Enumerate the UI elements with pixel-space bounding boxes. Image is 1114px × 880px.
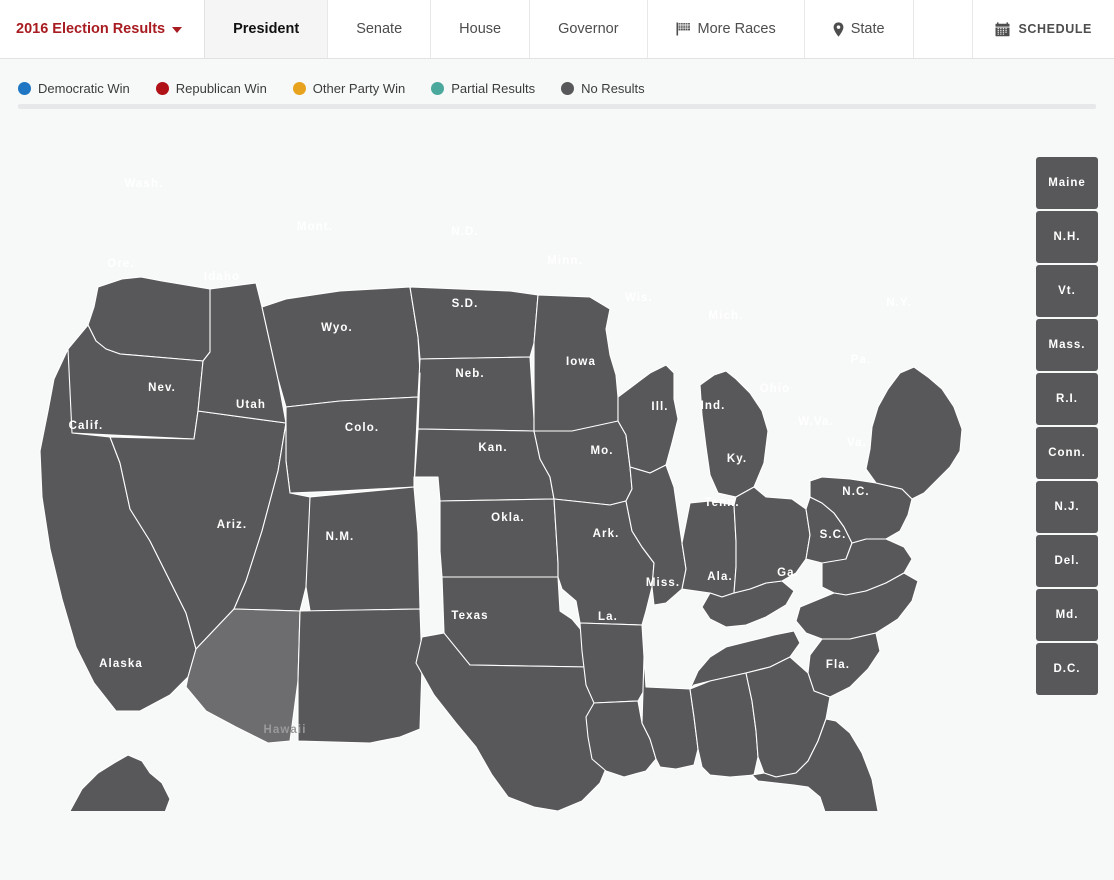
chevron-down-icon [172,27,183,33]
state-ar[interactable] [579,622,647,704]
state-oh[interactable] [733,486,811,594]
state-label-ny: N.Y. [886,297,912,309]
state-label-wi: Wis. [625,292,653,304]
state-box-dc[interactable]: D.C. [1036,643,1098,695]
state-box-ma[interactable]: Mass. [1036,319,1098,371]
legend-label: Democratic Win [38,80,130,96]
tab-governor[interactable]: Governor [530,0,648,58]
state-box-ct[interactable]: Conn. [1036,427,1098,479]
state-mt[interactable] [261,286,421,408]
state-box-ri[interactable]: R.I. [1036,373,1098,425]
state-box-label: N.J. [1054,501,1080,513]
state-in[interactable] [681,500,737,598]
legend-swatch [431,81,445,95]
tab-label: President [233,21,300,37]
tab-senate[interactable]: Senate [328,0,432,58]
state-box-label: Conn. [1048,447,1086,459]
flag-icon [676,22,691,36]
state-sc[interactable] [807,632,881,698]
calendar-icon [995,21,1010,37]
state-label-pa: Pa. [851,354,872,366]
state-wa[interactable] [87,276,216,362]
us-map-svg[interactable]: Wash.Ore.Calif.Nev.IdahoMont.Wyo.UtahAri… [10,111,1030,811]
state-label-mt: Mont. [297,221,333,233]
tab-label: Governor [558,21,619,37]
state-box-label: Md. [1055,609,1079,621]
legend-label: Partial Results [451,80,536,96]
state-ak[interactable] [69,754,171,811]
state-box-label: Mass. [1048,339,1086,351]
state-box-label: Vt. [1058,285,1076,297]
tab-president[interactable]: President [205,0,329,58]
tab-label: House [459,21,502,37]
legend-label: No Results [581,80,645,96]
state-box-label: D.C. [1053,663,1081,675]
state-label-wv: W.Va. [798,416,834,428]
tab-more-races[interactable]: More Races [648,0,805,58]
state-sd[interactable] [417,356,535,432]
state-nm[interactable] [297,608,423,744]
legend-swatch [292,81,306,95]
map-legend: Democratic Win Republican Win Other Part… [0,59,1114,96]
state-box-me[interactable]: Maine [1036,157,1098,209]
state-label-or: Ore. [107,258,134,270]
legend-item-democratic-win: Democratic Win [18,81,130,96]
legend-swatch [18,81,31,95]
state-label-mi: Mich. [709,310,744,322]
state-nd[interactable] [409,286,539,360]
tab-label: More Races [697,21,776,37]
state-box-nh[interactable]: N.H. [1036,211,1098,263]
state-mn[interactable] [533,294,619,432]
state-ks[interactable] [439,498,559,578]
tab-label: Senate [356,21,403,37]
state-box-label: R.I. [1056,393,1078,405]
legend-item-partial-results: Partial Results [431,81,535,96]
us-election-map: Wash. Ore. Calif. Nev. Idaho Mont. Wyo. Utah Ari… [0,109,1114,849]
state-box-label: N.H. [1053,231,1081,243]
schedule-label: SCHEDULE [1018,22,1092,36]
small-states-rail: Maine N.H. Vt. Mass. R.I. Conn. N.J. Del. Md. D.C… [1036,157,1098,695]
legend-item-no-results: No Results [561,81,645,96]
tab-state[interactable]: State [805,0,914,58]
legend-item-other-party-win: Other Party Win [292,80,406,96]
state-ne[interactable] [413,428,555,502]
state-label-oh: Ohio [760,383,791,395]
legend-label: Republican Win [175,80,267,96]
legend-swatch [561,81,575,95]
state-box-md[interactable]: Md. [1036,589,1098,641]
map-pin-icon [833,21,844,37]
legend-swatch [155,81,169,95]
state-box-label: Del. [1054,555,1080,567]
schedule-button[interactable]: SCHEDULE [973,0,1114,58]
state-box-nj[interactable]: N.J. [1036,481,1098,533]
state-label-id: Idaho [204,271,240,283]
state-label-nd: N.D. [451,226,478,238]
brand-label: 2016 Election Results [16,21,166,37]
state-wy[interactable] [285,396,419,494]
state-label-mn: Minn. [547,255,583,267]
state-al[interactable] [689,672,759,778]
tab-label: State [850,21,885,37]
state-box-label: Maine [1048,177,1086,189]
state-co[interactable] [305,486,421,612]
nav-spacer [914,0,974,58]
state-box-de[interactable]: Del. [1036,535,1098,587]
election-results-dropdown[interactable]: 2016 Election Results [0,0,206,58]
state-ny[interactable] [865,366,963,500]
state-mi[interactable] [699,370,769,498]
state-box-vt[interactable]: Vt. [1036,265,1098,317]
state-label-va: Va. [847,437,867,449]
state-label-wa: Wash. [125,178,164,190]
tab-house[interactable]: House [431,0,531,58]
top-navigation: 2016 Election Results President Senate H… [0,0,1114,59]
legend-item-republican-win: Republican Win [155,80,267,96]
legend-label: Other Party Win [312,80,406,96]
